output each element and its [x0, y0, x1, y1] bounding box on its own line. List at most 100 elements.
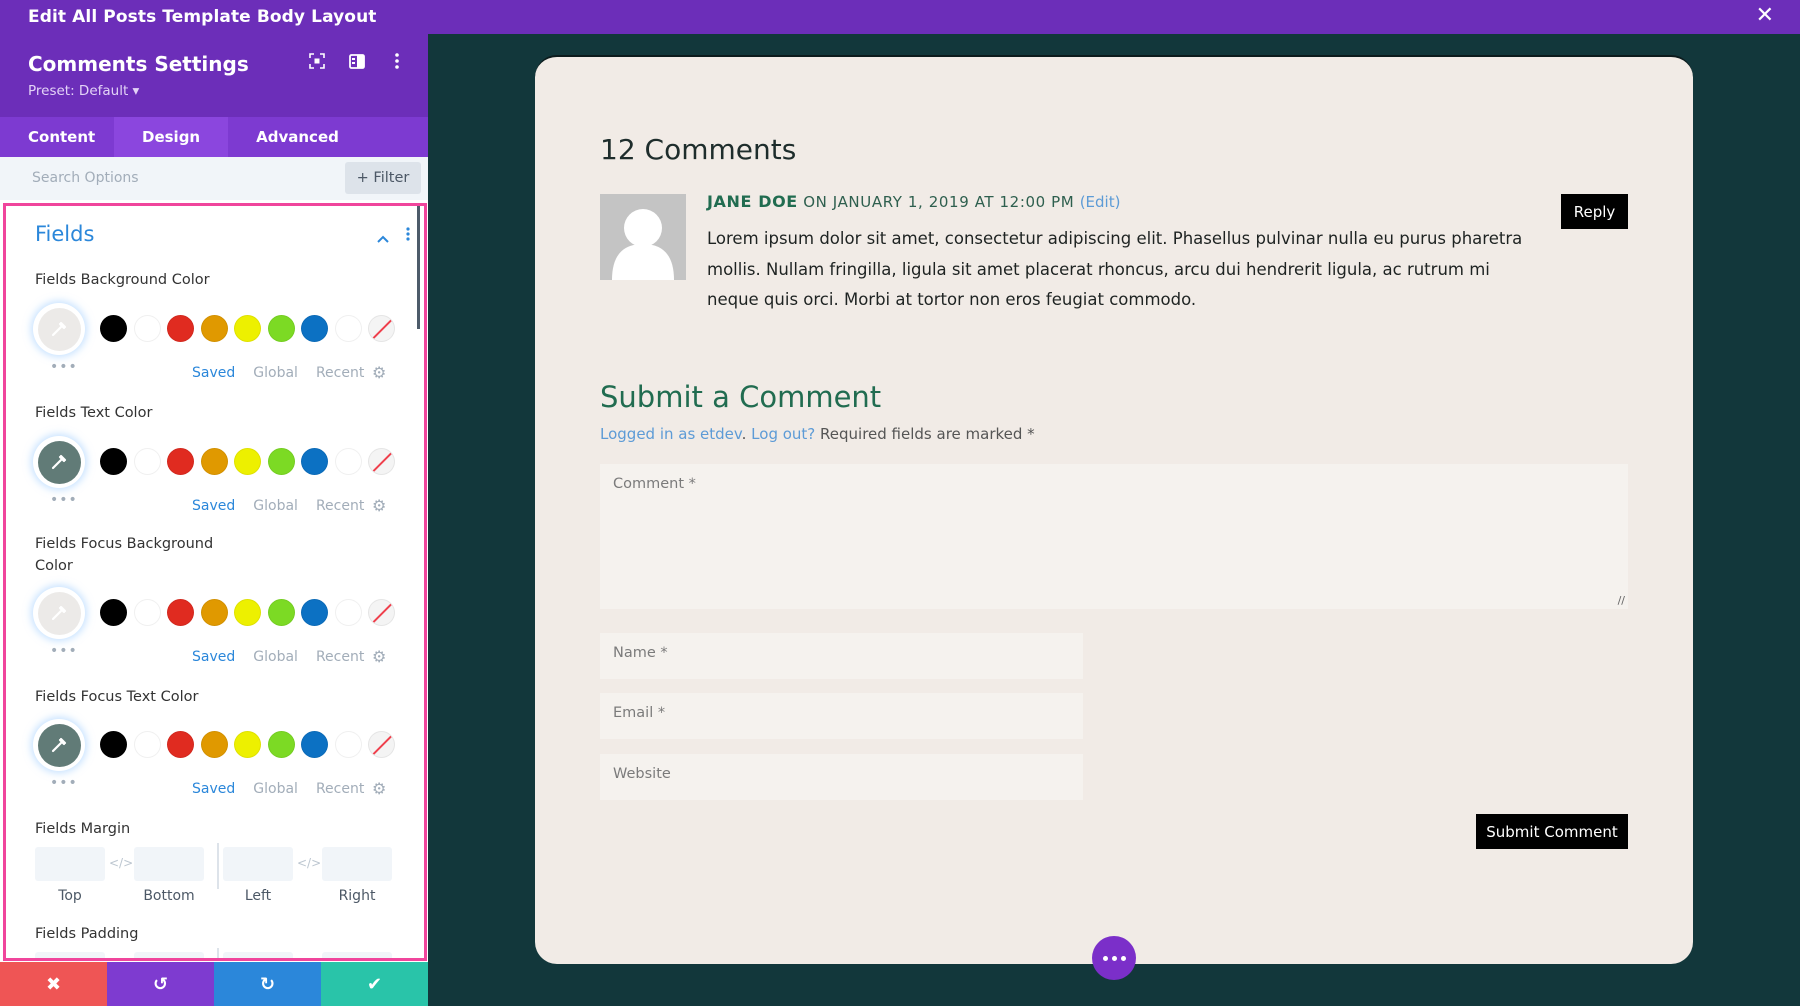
swatch-none-icon[interactable]: [368, 731, 395, 758]
swatch-white[interactable]: [133, 315, 161, 342]
eyedropper-button[interactable]: [33, 587, 85, 639]
gear-icon[interactable]: ⚙: [372, 779, 386, 798]
chevron-up-icon[interactable]: [377, 228, 389, 247]
swatch-white-2[interactable]: [334, 731, 362, 758]
split-view-icon[interactable]: [348, 52, 366, 70]
swatch-black[interactable]: [100, 731, 127, 758]
swatch-none-icon[interactable]: [368, 315, 395, 342]
swatch-red[interactable]: [167, 315, 194, 342]
picker-tab-global[interactable]: Global: [253, 365, 298, 381]
link-icon[interactable]: </>: [297, 856, 321, 870]
swatch-white-2[interactable]: [334, 448, 362, 475]
picker-tab-recent[interactable]: Recent: [316, 781, 364, 797]
more-options-icon[interactable]: •••: [50, 492, 78, 508]
focus-mode-icon[interactable]: [308, 52, 326, 70]
margin-right-input[interactable]: [322, 847, 392, 881]
tab-advanced[interactable]: Advanced: [228, 117, 367, 157]
edit-link[interactable]: (Edit): [1080, 193, 1121, 211]
swatch-white-2[interactable]: [334, 315, 362, 342]
picker-tab-saved[interactable]: Saved: [192, 365, 235, 381]
margin-bottom-input[interactable]: [134, 847, 204, 881]
redo-button[interactable]: ↻: [214, 962, 321, 1006]
resize-handle-icon[interactable]: //: [1618, 594, 1625, 607]
logout-link[interactable]: Log out?: [751, 425, 815, 443]
swatch-green[interactable]: [267, 599, 295, 626]
close-icon[interactable]: ✕: [1756, 4, 1774, 28]
swatch-red[interactable]: [167, 731, 194, 758]
picker-tab-recent[interactable]: Recent: [316, 498, 364, 514]
logged-in-link[interactable]: Logged in as etdev: [600, 425, 742, 443]
swatch-yellow[interactable]: [234, 599, 261, 626]
swatch-red[interactable]: [167, 448, 194, 475]
eyedropper-button[interactable]: [33, 303, 85, 355]
padding-top-input[interactable]: [35, 952, 105, 958]
undo-button[interactable]: ↺: [107, 962, 214, 1006]
swatch-yellow[interactable]: [234, 315, 261, 342]
swatch-red[interactable]: [167, 599, 194, 626]
swatch-orange[interactable]: [200, 731, 228, 758]
swatch-green[interactable]: [267, 731, 295, 758]
website-input[interactable]: Website: [600, 754, 1083, 800]
comment-author[interactable]: JANE DOE: [707, 192, 798, 211]
picker-tab-recent[interactable]: Recent: [316, 365, 364, 381]
link-icon[interactable]: </>: [109, 856, 133, 870]
swatch-none-icon[interactable]: [368, 448, 395, 475]
discard-button[interactable]: ✖: [0, 962, 107, 1006]
picker-tab-saved[interactable]: Saved: [192, 498, 235, 514]
eyedropper-button[interactable]: [33, 436, 85, 488]
gear-icon[interactable]: ⚙: [372, 496, 386, 515]
margin-top-input[interactable]: [35, 847, 105, 881]
picker-tab-global[interactable]: Global: [253, 781, 298, 797]
swatch-yellow[interactable]: [234, 731, 261, 758]
swatch-green[interactable]: [267, 448, 295, 475]
picker-tab-recent[interactable]: Recent: [316, 649, 364, 665]
padding-bottom-input[interactable]: [134, 952, 204, 958]
swatch-blue[interactable]: [301, 599, 328, 626]
search-options-input[interactable]: Search Options: [32, 170, 139, 186]
tab-content[interactable]: Content: [0, 117, 114, 157]
swatch-white-2[interactable]: [334, 599, 362, 626]
picker-tab-saved[interactable]: Saved: [192, 781, 235, 797]
option-label: Fields Background Color: [35, 272, 210, 288]
swatch-orange[interactable]: [200, 315, 228, 342]
tab-design[interactable]: Design: [114, 117, 229, 157]
more-options-icon[interactable]: •••: [50, 359, 78, 375]
name-input[interactable]: Name *: [600, 633, 1083, 679]
picker-tab-global[interactable]: Global: [253, 498, 298, 514]
swatch-orange[interactable]: [200, 448, 228, 475]
swatch-black[interactable]: [100, 448, 127, 475]
swatch-none-icon[interactable]: [368, 599, 395, 626]
page-settings-button[interactable]: [1092, 936, 1136, 980]
comment-textarea[interactable]: Comment * //: [600, 464, 1628, 609]
reply-button[interactable]: Reply: [1561, 194, 1628, 229]
padding-right-input[interactable]: [322, 952, 392, 958]
swatch-white[interactable]: [133, 599, 161, 626]
swatch-black[interactable]: [100, 599, 127, 626]
padding-left-input[interactable]: [223, 952, 293, 958]
swatch-white[interactable]: [133, 448, 161, 475]
swatch-yellow[interactable]: [234, 448, 261, 475]
section-menu-icon[interactable]: [406, 226, 410, 245]
more-vertical-icon[interactable]: [388, 52, 406, 70]
swatch-white[interactable]: [133, 731, 161, 758]
swatch-black[interactable]: [100, 315, 127, 342]
save-button[interactable]: ✔: [321, 962, 428, 1006]
more-options-icon[interactable]: •••: [50, 643, 78, 659]
swatch-blue[interactable]: [301, 315, 328, 342]
sidebar-scrollbar[interactable]: [417, 206, 420, 329]
swatch-blue[interactable]: [301, 448, 328, 475]
gear-icon[interactable]: ⚙: [372, 647, 386, 666]
more-options-icon[interactable]: •••: [50, 775, 78, 791]
margin-left-input[interactable]: [223, 847, 293, 881]
swatch-green[interactable]: [267, 315, 295, 342]
preset-dropdown[interactable]: Preset: Default ▾: [28, 83, 139, 99]
eyedropper-button[interactable]: [33, 719, 85, 771]
swatch-orange[interactable]: [200, 599, 228, 626]
gear-icon[interactable]: ⚙: [372, 363, 386, 382]
filter-button[interactable]: + Filter: [345, 162, 421, 194]
swatch-blue[interactable]: [301, 731, 328, 758]
email-input[interactable]: Email *: [600, 693, 1083, 739]
picker-tab-global[interactable]: Global: [253, 649, 298, 665]
picker-tab-saved[interactable]: Saved: [192, 649, 235, 665]
submit-comment-button[interactable]: Submit Comment: [1476, 814, 1628, 849]
